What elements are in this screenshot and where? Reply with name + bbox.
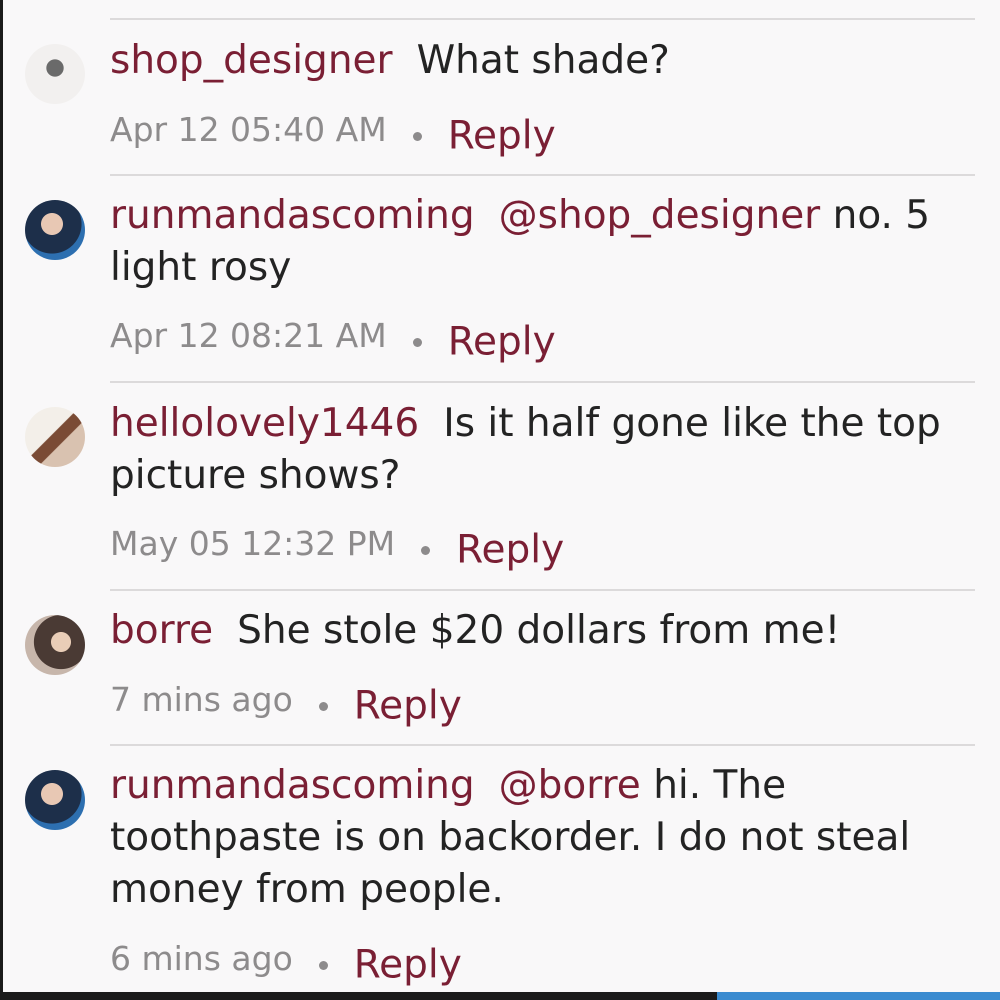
divider (110, 589, 975, 591)
comment-time: 7 mins ago (110, 680, 293, 719)
reply-button[interactable]: Reply (448, 114, 556, 159)
comment-username[interactable]: borre (110, 608, 213, 653)
avatar[interactable] (25, 770, 85, 830)
separator-dot-icon (412, 132, 422, 141)
separator-dot-icon (318, 961, 328, 970)
divider (110, 174, 975, 176)
comment-username[interactable]: runmandascoming (110, 193, 475, 238)
comment-body: shop_designer What shade? (110, 35, 970, 87)
reply-button[interactable]: Reply (354, 943, 462, 988)
comment-meta: Apr 12 05:40 AM Reply (110, 104, 556, 159)
comment-time: May 05 12:32 PM (110, 524, 396, 563)
comment-username[interactable]: runmandascoming (110, 763, 475, 808)
comment-meta: May 05 12:32 PM Reply (110, 518, 564, 573)
avatar[interactable] (25, 200, 85, 260)
comment-time: Apr 12 08:21 AM (110, 316, 387, 355)
divider (110, 18, 975, 20)
comment-text: She stole $20 dollars from me! (237, 608, 841, 653)
comment-body: borre She stole $20 dollars from me! (110, 605, 970, 657)
reply-button[interactable]: Reply (448, 320, 556, 365)
comment-body: runmandascoming @borre hi. The toothpaste… (110, 760, 970, 916)
comment-time: Apr 12 05:40 AM (110, 110, 387, 149)
comment-meta: Apr 12 08:21 AM Reply (110, 310, 556, 365)
comment-body: runmandascoming @shop_designer no. 5 ligh… (110, 190, 970, 294)
avatar[interactable] (25, 407, 85, 467)
comment-username[interactable]: hellolovely1446 (110, 401, 419, 446)
comment-mention[interactable]: @borre (499, 763, 641, 808)
comment-text: What shade? (416, 38, 670, 83)
avatar[interactable] (25, 615, 85, 675)
separator-dot-icon (318, 702, 328, 711)
comment-time: 6 mins ago (110, 939, 293, 978)
divider (110, 744, 975, 746)
separator-dot-icon (412, 338, 422, 347)
divider (110, 381, 975, 383)
reply-button[interactable]: Reply (354, 684, 462, 729)
separator-dot-icon (421, 546, 431, 555)
avatar[interactable] (25, 44, 85, 104)
comment-list[interactable]: shop_designer What shade? Apr 12 05:40 AM… (0, 0, 1000, 992)
comment-mention[interactable]: @shop_designer (499, 193, 821, 238)
comment-username[interactable]: shop_designer (110, 38, 393, 83)
comment-meta: 6 mins ago Reply (110, 933, 462, 988)
comment-body: hellolovely1446 Is it half gone like the … (110, 398, 970, 502)
reply-button[interactable]: Reply (456, 528, 564, 573)
scroll-progress-indicator (717, 992, 1000, 1000)
bottom-bar (0, 992, 1000, 1000)
comment-meta: 7 mins ago Reply (110, 674, 462, 729)
